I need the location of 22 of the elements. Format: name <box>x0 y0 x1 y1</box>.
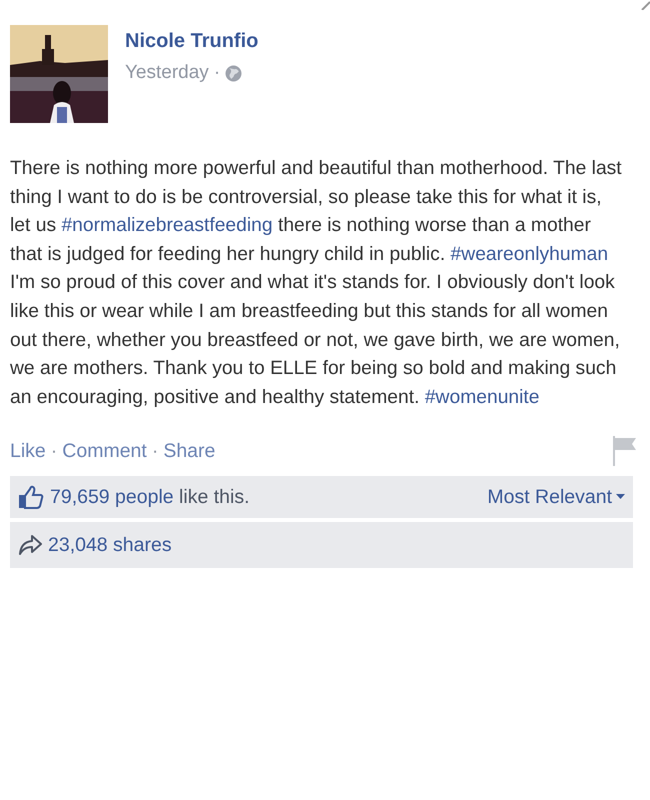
globe-icon[interactable] <box>225 64 242 82</box>
thumbs-up-icon <box>18 485 44 510</box>
hashtag-link[interactable]: #womenunite <box>424 386 540 408</box>
likers-link[interactable]: 79,659 people <box>50 486 174 508</box>
post-time[interactable]: Yesterday <box>125 62 209 84</box>
flag-icon[interactable] <box>612 435 638 468</box>
sort-dropdown[interactable]: Most Relevant <box>487 486 625 509</box>
separator-dot: · <box>152 440 158 463</box>
separator-dot: · <box>214 62 220 84</box>
hashtag-link[interactable]: #normalizebreastfeeding <box>61 215 273 236</box>
share-link[interactable]: Share <box>163 440 216 463</box>
hashtag-link[interactable]: #weareonlyhuman <box>450 244 608 265</box>
close-icon[interactable] <box>640 0 650 10</box>
caret-icon <box>616 494 625 500</box>
separator-dot: · <box>50 440 58 463</box>
likes-summary: 79,659 people like this. <box>50 486 250 509</box>
post-text: There is nothing more powerful and beautiful than motherhood. The last thing I want to do is be controversial, so please take this for what it is, let us #normalizebreastfeeding there is nothing worse than a mother that is judged for feeding her hungry child in public. #weareonlyhuman I'm so proud of this cover and what it's stands for. I obviously don't look like this or wear while I am breastfeeding but this stands for all women out there, whether you breastfeed or not, we gave birth, we are women, we are mothers. Thank you to ELLE for being so bold and making such an encouraging, positive and healthy statement. #womenunite <box>9 157 623 410</box>
comment-link[interactable]: Comment <box>62 440 147 463</box>
shares-link[interactable]: 23,048 shares <box>48 534 172 557</box>
share-arrow-icon <box>18 534 42 556</box>
author-name[interactable]: Nicole Trunfio <box>125 30 258 53</box>
like-link[interactable]: Like <box>10 440 46 463</box>
